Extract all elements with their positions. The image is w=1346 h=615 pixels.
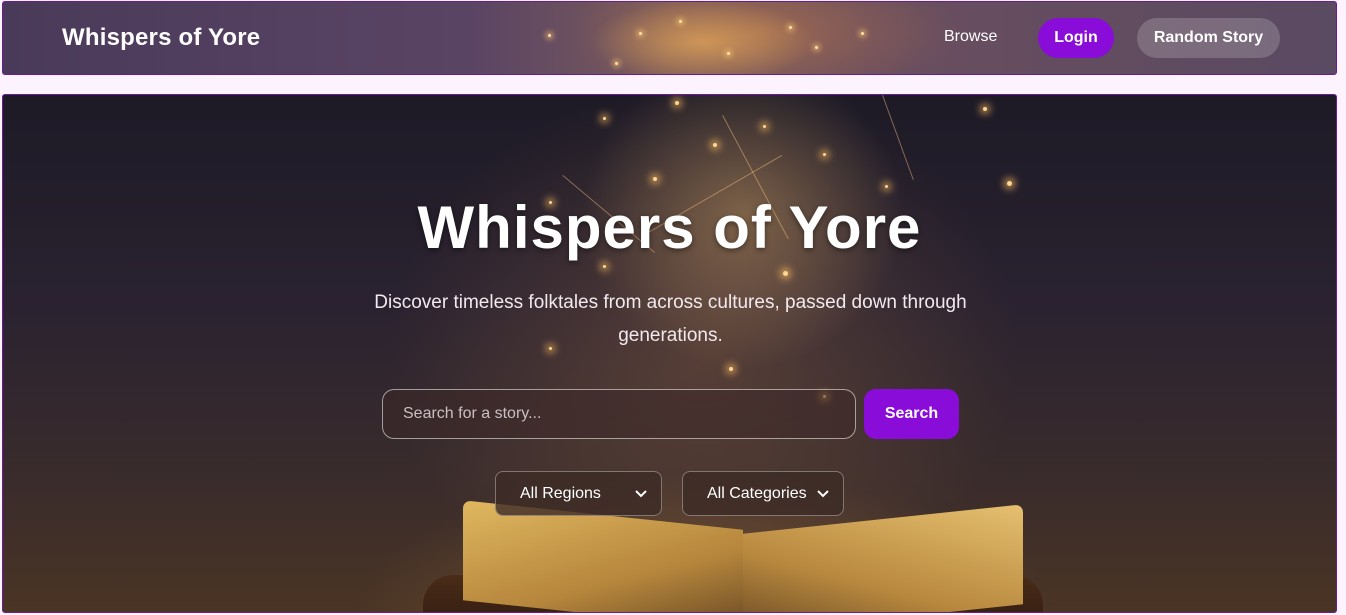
book-page-right (743, 504, 1023, 612)
region-select[interactable]: All Regions (495, 471, 662, 516)
sparkle (639, 32, 642, 35)
sparkle (603, 265, 606, 268)
search-input[interactable] (382, 389, 856, 439)
login-button[interactable]: Login (1038, 18, 1114, 58)
top-navbar: Whispers of Yore Browse Login Random Sto… (2, 1, 1337, 75)
book-page-left (463, 500, 743, 612)
category-select[interactable]: All Categories (682, 471, 844, 516)
sparkle (983, 107, 987, 111)
sparkle (885, 185, 888, 188)
sparkle (679, 20, 682, 23)
sparkle (789, 26, 792, 29)
sparkle (603, 117, 606, 120)
chevron-down-icon (635, 487, 647, 501)
search-button[interactable]: Search (864, 389, 959, 439)
hero-title: Whispers of Yore (417, 194, 922, 261)
site-logo[interactable]: Whispers of Yore (62, 24, 260, 52)
sparkle (615, 62, 618, 65)
sparkle (729, 367, 733, 371)
sparkle (713, 143, 717, 147)
sparkle (823, 153, 826, 156)
sparkle (653, 177, 657, 181)
category-select-value: All Categories (707, 484, 807, 502)
hero-section: Whispers of Yore Discover timeless folkt… (2, 94, 1337, 613)
open-book-illustration (423, 500, 1043, 612)
sparkle (727, 52, 730, 55)
sparkle (675, 101, 679, 105)
region-select-value: All Regions (520, 484, 601, 502)
sparkle (861, 32, 864, 35)
sparkle (548, 34, 551, 37)
nav-browse-link[interactable]: Browse (944, 28, 997, 46)
sparkle (815, 46, 818, 49)
sparkle (1007, 181, 1012, 186)
sparkle (763, 125, 766, 128)
random-story-button[interactable]: Random Story (1137, 18, 1280, 58)
chevron-down-icon (817, 487, 829, 501)
light-ray (882, 95, 914, 180)
sparkle (783, 271, 788, 276)
hero-subtitle: Discover timeless folktales from across … (374, 292, 967, 346)
